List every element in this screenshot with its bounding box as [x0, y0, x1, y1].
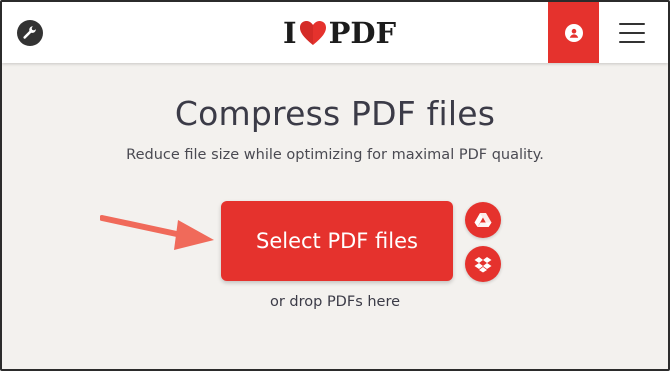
app-frame: I PDF Compress PDF files Reduce file siz…: [0, 0, 670, 371]
logo-letter-i: I: [283, 16, 297, 50]
red-arrow-annotation: [100, 215, 214, 250]
select-pdf-files-button[interactable]: Select PDF files: [221, 201, 453, 281]
top-header: I PDF: [2, 2, 668, 63]
menu-line: [619, 41, 645, 43]
ilovepdf-logo[interactable]: I PDF: [283, 16, 396, 50]
menu-line: [619, 23, 645, 25]
drop-files-hint: or drop PDFs here: [269, 294, 401, 310]
page-subtitle: Reduce file size while optimizing for ma…: [126, 147, 544, 163]
tools-button[interactable]: [17, 20, 43, 46]
logo-text-pdf: PDF: [328, 16, 397, 50]
heart-icon: [299, 21, 326, 45]
menu-line: [619, 32, 645, 34]
google-drive-icon: [474, 213, 492, 227]
google-drive-button[interactable]: [465, 202, 501, 238]
dropbox-button[interactable]: [465, 246, 501, 282]
wrench-icon: [23, 26, 36, 39]
user-icon: [564, 23, 583, 42]
user-account-button[interactable]: [548, 2, 599, 63]
page-title: Compress PDF files: [174, 94, 496, 133]
hamburger-menu-icon[interactable]: [617, 20, 647, 46]
dropbox-icon: [474, 256, 492, 272]
